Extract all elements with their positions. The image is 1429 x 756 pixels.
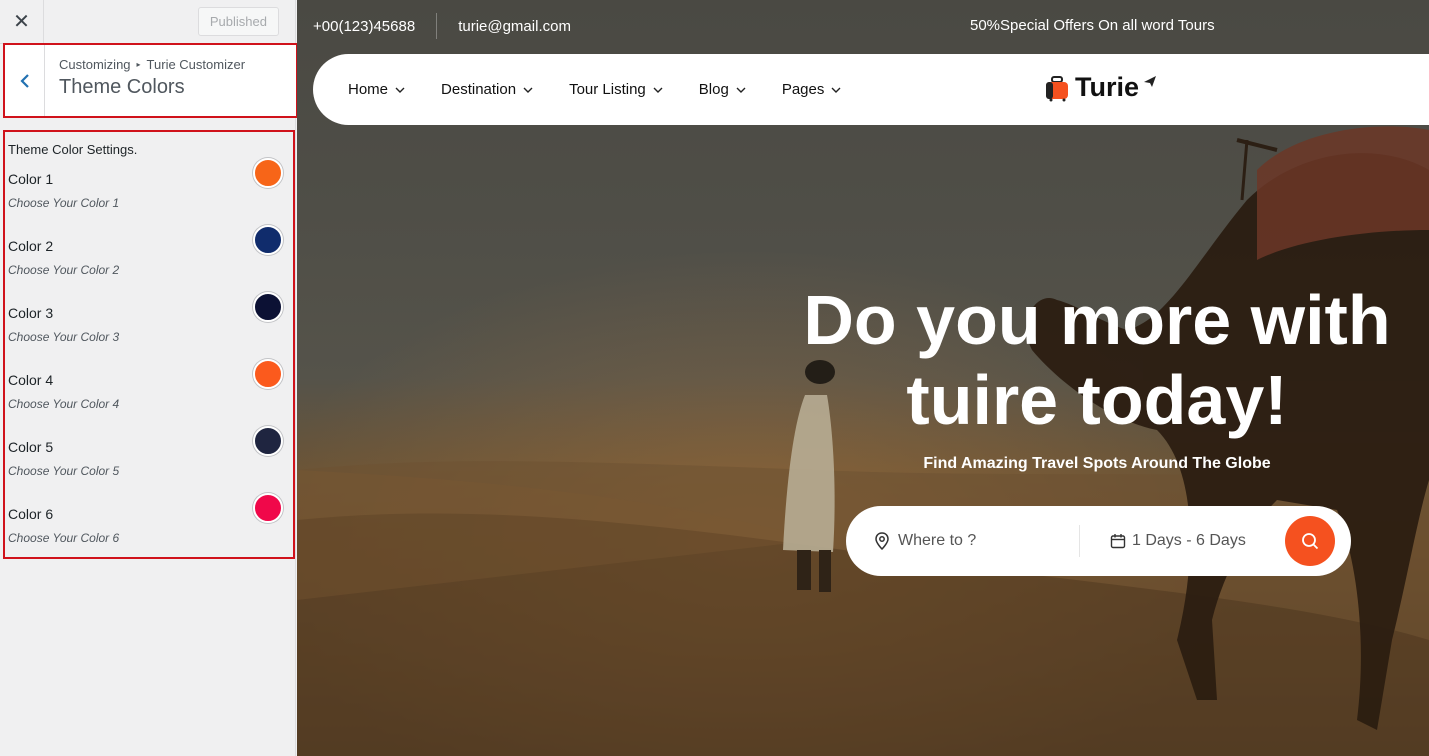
- main-navbar: Home Destination Tour Listing Blog Pages: [313, 54, 1429, 125]
- back-chevron-icon[interactable]: [5, 45, 45, 116]
- color-label: Color 4: [8, 372, 54, 388]
- chevron-down-icon: [395, 87, 405, 93]
- calendar-icon: [1110, 534, 1126, 549]
- site-preview: +00(123)45688 turie@gmail.com 50%Special…: [297, 0, 1429, 756]
- color-label: Color 5: [8, 439, 54, 455]
- breadcrumb-separator-icon: ▸: [136, 60, 141, 69]
- nav-tour-listing[interactable]: Tour Listing: [569, 81, 664, 98]
- color-swatch-button[interactable]: [253, 359, 283, 389]
- nav-pages[interactable]: Pages: [782, 81, 843, 98]
- hero-title: Do you more with tuire today!: [777, 280, 1417, 440]
- nav-label: Destination: [441, 81, 517, 98]
- color-label: Color 2: [8, 238, 54, 254]
- suitcase-icon: [1046, 75, 1068, 101]
- section-title: Theme Colors: [59, 76, 185, 98]
- offer-text: 50%Special Offers On all word Tours: [970, 17, 1215, 34]
- nav-destination[interactable]: Destination: [441, 81, 534, 98]
- nav-label: Pages: [781, 81, 825, 98]
- airplane-icon: [1144, 75, 1157, 87]
- color-description: Choose Your Color 1: [8, 196, 120, 210]
- where-to-field[interactable]: Where to ?: [874, 532, 1079, 550]
- search-button[interactable]: [1285, 516, 1335, 566]
- date-range-value: 1 Days - 6 Days: [1132, 532, 1246, 549]
- color-label: Color 6: [8, 506, 54, 522]
- color-setting-2: Color 2 Choose Your Color 2: [8, 225, 293, 305]
- logo-text: Turie: [1075, 72, 1140, 102]
- customizer-sidebar: ✕ Published Customizing ▸ Turie Customiz…: [0, 0, 298, 756]
- color-swatch-button[interactable]: [253, 292, 283, 322]
- tour-search-bar: Where to ? 1 Days - 6 Days: [846, 506, 1351, 576]
- color-setting-5: Color 5 Choose Your Color 5: [8, 426, 293, 506]
- publish-button[interactable]: Published: [197, 7, 279, 36]
- site-logo[interactable]: Turie: [1043, 72, 1157, 103]
- chevron-down-icon: [523, 87, 533, 93]
- nav-label: Blog: [698, 81, 729, 98]
- breadcrumb-item: Customizing: [59, 57, 131, 72]
- nav-label: Home: [348, 81, 389, 98]
- color-swatch-button[interactable]: [253, 493, 283, 523]
- preview-topbar: +00(123)45688 turie@gmail.com 50%Special…: [297, 0, 1429, 52]
- color-swatch-button[interactable]: [253, 426, 283, 456]
- nav-home[interactable]: Home: [348, 81, 406, 98]
- settings-description: Theme Color Settings.: [8, 142, 138, 157]
- hero-title-line: tuire today!: [906, 361, 1288, 439]
- color-description: Choose Your Color 2: [8, 263, 120, 277]
- location-pin-icon: [875, 532, 889, 550]
- color-setting-4: Color 4 Choose Your Color 4: [8, 359, 293, 439]
- color-swatch-button[interactable]: [253, 158, 283, 188]
- color-swatch-button[interactable]: [253, 225, 283, 255]
- color-description: Choose Your Color 3: [8, 330, 120, 344]
- nav-blog[interactable]: Blog: [699, 81, 747, 98]
- chevron-down-icon: [653, 87, 663, 93]
- breadcrumb: Customizing ▸ Turie Customizer: [59, 57, 245, 72]
- section-header-text: Customizing ▸ Turie Customizer Theme Col…: [45, 45, 245, 116]
- color-description: Choose Your Color 5: [8, 464, 120, 478]
- section-header: Customizing ▸ Turie Customizer Theme Col…: [3, 43, 298, 118]
- phone-number[interactable]: +00(123)45688: [313, 18, 415, 35]
- chevron-down-icon: [831, 87, 841, 93]
- customizer-header: ✕ Published: [0, 0, 295, 44]
- color-setting-6: Color 6 Choose Your Color 6: [8, 493, 293, 573]
- hero-subtitle: Find Amazing Travel Spots Around The Glo…: [923, 455, 1271, 472]
- color-setting-3: Color 3 Choose Your Color 3: [8, 292, 293, 372]
- color-label: Color 1: [8, 171, 54, 187]
- search-divider: [1079, 525, 1080, 557]
- color-description: Choose Your Color 6: [8, 531, 120, 545]
- nav-label: Tour Listing: [569, 81, 646, 98]
- topbar-divider: [436, 13, 438, 39]
- date-range-field[interactable]: 1 Days - 6 Days: [1110, 532, 1246, 550]
- color-setting-1: Color 1 Choose Your Color 1: [8, 158, 293, 238]
- breadcrumb-item: Turie Customizer: [146, 57, 246, 72]
- chevron-down-icon: [736, 87, 746, 93]
- color-label: Color 3: [8, 305, 54, 321]
- search-icon: [1302, 533, 1319, 550]
- where-to-placeholder: Where to ?: [898, 532, 977, 549]
- theme-color-settings: Theme Color Settings. Color 1 Choose You…: [3, 130, 295, 559]
- email-address[interactable]: turie@gmail.com: [458, 18, 571, 35]
- close-icon[interactable]: ✕: [0, 0, 44, 44]
- hero-title-line: Do you more with: [803, 281, 1391, 359]
- color-description: Choose Your Color 4: [8, 397, 120, 411]
